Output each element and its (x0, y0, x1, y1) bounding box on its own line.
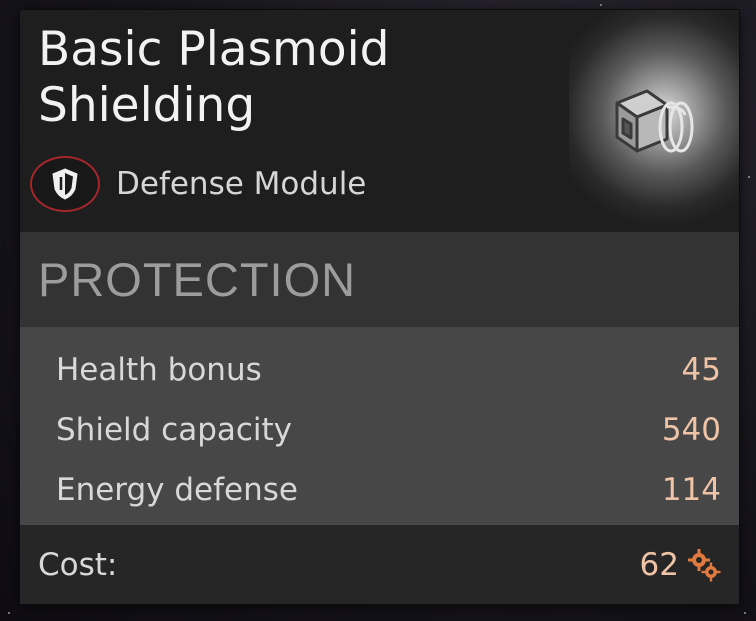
stat-value: 540 (661, 412, 721, 448)
stat-label: Health bonus (56, 352, 262, 388)
stat-row-energy-defense: Energy defense 114 (20, 460, 739, 520)
background-star (8, 612, 10, 614)
cost-label: Cost: (38, 546, 118, 583)
item-type-label: Defense Module (116, 166, 367, 202)
stat-row-health-bonus: Health bonus 45 (20, 340, 739, 400)
gears-icon (688, 548, 721, 581)
stat-row-shield-capacity: Shield capacity 540 (20, 400, 739, 460)
section-header: PROTECTION (20, 232, 739, 327)
background-star (744, 612, 746, 614)
item-icon-frame (569, 10, 739, 232)
shield-module-cube-icon (615, 89, 694, 153)
stats-list: Health bonus 45 Shield capacity 540 Ener… (20, 327, 739, 525)
item-type-row: Defense Module (30, 154, 366, 214)
item-title-line-2: Shielding (38, 78, 256, 133)
stat-value: 114 (661, 472, 721, 508)
stat-value: 45 (681, 352, 721, 388)
cost-value-group: 62 (640, 547, 721, 583)
cost-row: Cost: 62 (20, 525, 739, 604)
stat-label: Shield capacity (56, 412, 293, 448)
background-star (600, 4, 602, 6)
section-title: PROTECTION (38, 253, 357, 306)
item-tooltip: Basic Plasmoid Shielding Defense Module (20, 10, 739, 604)
stat-label: Energy defense (56, 472, 298, 508)
background-star (748, 176, 750, 178)
shield-icon (30, 156, 100, 212)
item-title: Basic Plasmoid Shielding (38, 22, 558, 134)
tooltip-header: Basic Plasmoid Shielding Defense Module (20, 10, 739, 232)
item-title-line-1: Basic Plasmoid (38, 22, 390, 77)
cost-value: 62 (639, 546, 679, 583)
